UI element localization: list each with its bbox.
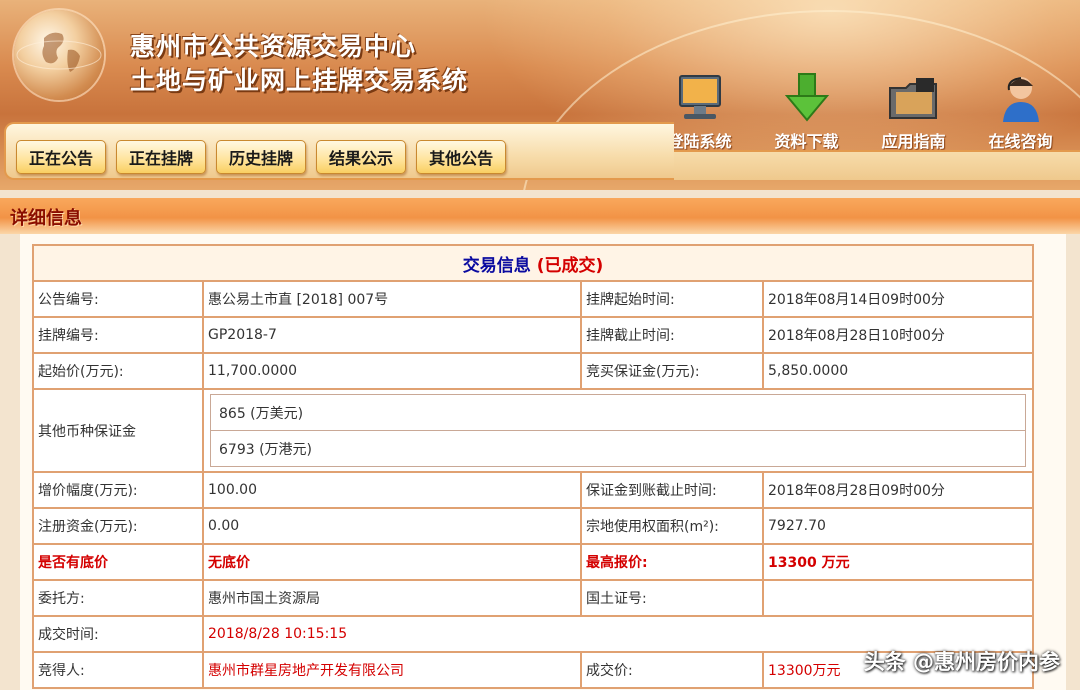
listing-no-label: 挂牌编号: [32,316,204,354]
quick-link-consult[interactable]: 在线咨询 [967,72,1074,152]
deposit-deadline-value: 2018年08月28日09时00分 [761,471,1035,509]
winner-value: 惠州市群星房地产开发有限公司 [202,651,582,689]
table-title-text: 交易信息 [462,255,531,276]
quick-link-download-label: 资料下载 [774,132,839,151]
listing-start-value: 2018年08月14日09时00分 [761,280,1035,318]
reg-capital-value: 0.00 [202,507,582,545]
download-arrow-icon [784,73,829,122]
deal-status-badge: (已成交) [536,255,604,276]
site-title-line2: 土地与矿业网上挂牌交易系统 [130,66,469,95]
deposit-deadline-label: 保证金到账截止时间: [580,471,764,509]
other-currency-subtable: 865 (万美元) 6793 (万港元) [209,394,1027,467]
deposit-value: 5,850.0000 [761,352,1035,390]
listing-end-value: 2018年08月28日10时00分 [761,316,1035,354]
folder-guide-icon [888,78,937,119]
quick-links: 登陆系统 资料下载 应用指南 在线咨询 [646,72,1074,152]
watermark-text: 头条 @惠州房价内参 [863,650,1060,674]
quick-link-guide[interactable]: 应用指南 [860,72,967,152]
globe-logo-icon [14,10,104,100]
deposit-label: 竞买保证金(万元): [580,352,764,390]
tab-announcing[interactable]: 正在公告 [16,140,107,174]
site-title-line1: 惠州市公共资源交易中心 [130,32,417,61]
table-row: 起始价(万元): 11,700.0000 竞买保证金(万元): 5,850.00… [32,352,1035,390]
reg-capital-label: 注册资金(万元): [32,507,204,545]
listing-end-label: 挂牌截止时间: [580,316,764,354]
table-row: 其他币种保证金 865 (万美元) 6793 (万港元) [32,388,1035,473]
navbar-tail [640,150,1080,180]
other-currency-label: 其他币种保证金 [32,388,204,473]
hkd-deposit-value: 6793 (万港元) [209,430,1027,467]
winner-label: 竞得人: [32,651,204,689]
reserve-price-label: 是否有底价 [32,543,204,581]
max-bid-label: 最高报价: [580,543,764,581]
transaction-info-table: 交易信息 (已成交) 公告编号: 惠公易土市直 [2018] 007号 挂牌起始… [31,244,1035,689]
start-price-label: 起始价(万元): [32,352,204,390]
detail-panel: 交易信息 (已成交) 公告编号: 惠公易土市直 [2018] 007号 挂牌起始… [20,234,1066,690]
site-title: 惠州市公共资源交易中心 土地与矿业网上挂牌交易系统 [130,30,468,98]
section-bar: 详细信息 [0,198,1080,234]
quick-link-download[interactable]: 资料下载 [753,72,860,152]
deal-time-label: 成交时间: [32,615,204,653]
max-bid-value: 13300 万元 [761,543,1035,581]
notice-no-value: 惠公易土市直 [2018] 007号 [202,280,582,318]
table-row: 增价幅度(万元): 100.00 保证金到账截止时间: 2018年08月28日0… [32,471,1035,509]
land-area-value: 7927.70 [761,507,1035,545]
increment-value: 100.00 [202,471,582,509]
table-title: 交易信息 (已成交) [31,244,1035,282]
deal-price-label: 成交价: [580,651,764,689]
monitor-icon [678,75,721,119]
reserve-price-value: 无底价 [202,543,582,581]
support-agent-icon [1002,77,1039,122]
other-currency-cell: 865 (万美元) 6793 (万港元) [201,388,1035,473]
listing-no-value: GP2018-7 [202,316,582,354]
table-row: 公告编号: 惠公易土市直 [2018] 007号 挂牌起始时间: 2018年08… [32,280,1035,318]
tab-other-notices[interactable]: 其他公告 [416,140,507,174]
tab-history[interactable]: 历史挂牌 [216,140,307,174]
land-area-label: 宗地使用权面积(m²): [580,507,764,545]
table-row: 挂牌编号: GP2018-7 挂牌截止时间: 2018年08月28日10时00分 [32,316,1035,354]
section-title: 详细信息 [10,208,82,229]
table-row: 委托方: 惠州市国土资源局 国土证号: [32,579,1035,617]
notice-no-label: 公告编号: [32,280,204,318]
quick-link-consult-label: 在线咨询 [988,132,1053,151]
tab-listing[interactable]: 正在挂牌 [116,140,207,174]
quick-link-login-label: 登陆系统 [667,132,732,151]
listing-start-label: 挂牌起始时间: [580,280,764,318]
entrusted-label: 委托方: [32,579,204,617]
table-title-row: 交易信息 (已成交) [31,244,1035,282]
increment-label: 增价幅度(万元): [32,471,204,509]
land-cert-value [761,579,1035,617]
table-row: 是否有底价 无底价 最高报价: 13300 万元 [32,543,1035,581]
tab-results[interactable]: 结果公示 [316,140,407,174]
table-row: 注册资金(万元): 0.00 宗地使用权面积(m²): 7927.70 [32,507,1035,545]
entrusted-value: 惠州市国土资源局 [202,579,582,617]
land-cert-label: 国土证号: [580,579,764,617]
nav-tabs: 正在公告 正在挂牌 历史挂牌 结果公示 其他公告 [16,140,507,174]
usd-deposit-value: 865 (万美元) [209,394,1027,431]
quick-link-guide-label: 应用指南 [881,132,946,151]
start-price-value: 11,700.0000 [202,352,582,390]
